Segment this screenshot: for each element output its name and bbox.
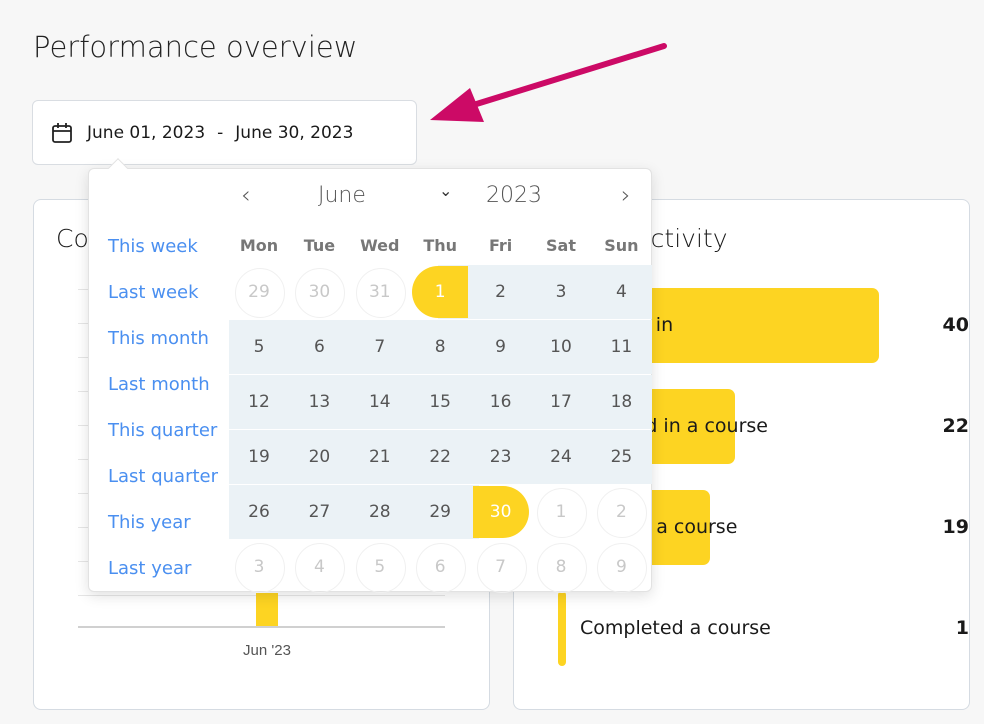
month-select[interactable]: June xyxy=(318,183,366,208)
calendar-day[interactable]: 14 xyxy=(352,376,408,428)
calendar-day[interactable]: 1 xyxy=(533,486,589,538)
calendar-day[interactable]: 5 xyxy=(352,541,408,593)
calendar-day[interactable]: 15 xyxy=(412,376,468,428)
date-picker-popup: ‹ June ⌄ 2023 › This week Last week This m… xyxy=(88,158,652,593)
weekday-header: Wed xyxy=(360,236,400,255)
calendar-day[interactable]: 22 xyxy=(412,431,468,483)
calendar-day[interactable]: 24 xyxy=(533,431,589,483)
calendar-day[interactable]: 1 xyxy=(412,266,469,318)
calendar-day[interactable]: 5 xyxy=(231,321,287,373)
weekday-header: Tue xyxy=(303,236,336,255)
weekday-header: Mon xyxy=(239,236,279,255)
calendar-day[interactable]: 8 xyxy=(412,321,468,373)
calendar-day[interactable]: 25 xyxy=(593,431,649,483)
calendar-day[interactable]: 28 xyxy=(352,486,408,538)
preset-last-week[interactable]: Last week xyxy=(108,282,199,303)
calendar-day[interactable]: 17 xyxy=(533,376,589,428)
calendar-day[interactable]: 21 xyxy=(352,431,408,483)
prev-month-button[interactable]: ‹ xyxy=(241,181,251,209)
calendar-day[interactable]: 2 xyxy=(473,266,529,318)
calendar-day[interactable]: 30 xyxy=(291,266,347,318)
calendar-day[interactable]: 27 xyxy=(291,486,347,538)
preset-last-year[interactable]: Last year xyxy=(108,558,191,579)
calendar-day[interactable]: 3 xyxy=(533,266,589,318)
preset-last-quarter[interactable]: Last quarter xyxy=(108,466,218,487)
calendar-day[interactable]: 16 xyxy=(473,376,529,428)
next-month-button[interactable]: › xyxy=(621,181,631,209)
calendar-day[interactable]: 19 xyxy=(231,431,287,483)
calendar-day[interactable]: 18 xyxy=(593,376,649,428)
calendar-day[interactable]: 31 xyxy=(352,266,408,318)
calendar-day[interactable]: 8 xyxy=(533,541,589,593)
preset-this-month[interactable]: This month xyxy=(108,328,209,349)
weekday-header: Fri xyxy=(488,236,513,255)
calendar-day[interactable]: 13 xyxy=(291,376,347,428)
calendar-day[interactable]: 2 xyxy=(593,486,649,538)
calendar-day[interactable]: 10 xyxy=(533,321,589,373)
calendar-day[interactable]: 29 xyxy=(412,486,468,538)
preset-this-quarter[interactable]: This quarter xyxy=(108,420,217,441)
calendar-day[interactable]: 29 xyxy=(231,266,287,318)
calendar-day[interactable]: 30 xyxy=(472,486,529,538)
calendar-day[interactable]: 26 xyxy=(231,486,287,538)
year-select[interactable]: 2023 xyxy=(486,183,542,208)
calendar-day[interactable]: 6 xyxy=(291,321,347,373)
calendar-day[interactable]: 7 xyxy=(352,321,408,373)
calendar-day[interactable]: 3 xyxy=(231,541,287,593)
weekday-header: Sun xyxy=(604,236,639,255)
chevron-down-icon[interactable]: ⌄ xyxy=(439,181,452,200)
calendar-day[interactable]: 9 xyxy=(473,321,529,373)
calendar-day[interactable]: 7 xyxy=(473,541,529,593)
calendar-day[interactable]: 9 xyxy=(593,541,649,593)
calendar-day[interactable]: 23 xyxy=(473,431,529,483)
calendar-day[interactable]: 12 xyxy=(231,376,287,428)
calendar-day[interactable]: 6 xyxy=(412,541,468,593)
preset-last-month[interactable]: Last month xyxy=(108,374,210,395)
calendar-day[interactable]: 4 xyxy=(291,541,347,593)
calendar-day[interactable]: 11 xyxy=(593,321,649,373)
calendar-day[interactable]: 4 xyxy=(593,266,649,318)
preset-this-year[interactable]: This year xyxy=(108,512,191,533)
weekday-header: Sat xyxy=(546,236,576,255)
preset-this-week[interactable]: This week xyxy=(108,236,198,257)
calendar-day[interactable]: 20 xyxy=(291,431,347,483)
weekday-header: Thu xyxy=(423,236,458,255)
